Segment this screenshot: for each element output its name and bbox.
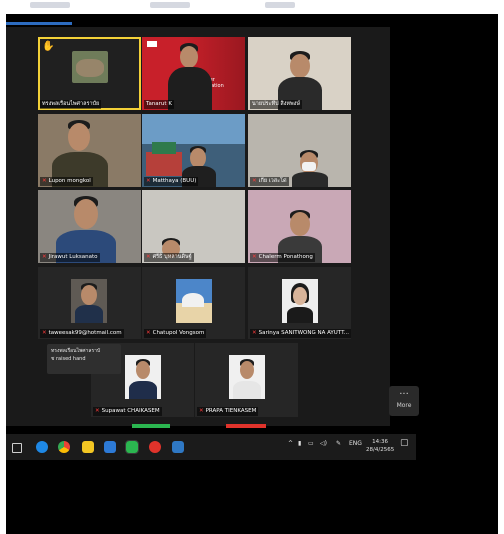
participant-tile[interactable]: igherducation Tanarut K bbox=[142, 37, 245, 110]
ellipsis-icon: ··· bbox=[399, 389, 409, 400]
mic-muted-icon: ✕ bbox=[146, 254, 151, 260]
notification-icon[interactable]: ▢ bbox=[400, 438, 409, 448]
participant-name: ✕ เกีย เวสะโด่ bbox=[250, 177, 289, 186]
participant-tile[interactable]: ✕ Matthaya (BUU) bbox=[142, 114, 245, 187]
mic-muted-icon: ✕ bbox=[199, 408, 204, 414]
mic-muted-icon: ✕ bbox=[252, 254, 257, 260]
raised-hand-tooltip: ทรงพลเรือนไพศาลราบัช raised hand bbox=[47, 344, 121, 374]
profile-photo bbox=[125, 355, 161, 399]
participant-name: Tanarut K bbox=[144, 100, 174, 109]
mic-muted-icon: ✕ bbox=[42, 178, 47, 184]
share-bar-green bbox=[132, 424, 170, 428]
raised-hand-icon: ✋ bbox=[42, 41, 55, 52]
profile-photo bbox=[282, 279, 318, 323]
mic-muted-icon: ✕ bbox=[146, 178, 151, 184]
mic-muted-icon: ✕ bbox=[252, 330, 257, 336]
participant-tile[interactable]: ✋ ทรงพลเรือนไพศาลราบัย bbox=[38, 37, 141, 110]
participant-name: ✕ Supawat CHAIKASEM bbox=[93, 407, 162, 416]
participant-tile[interactable]: ✕ Lupon mongkol bbox=[38, 114, 141, 187]
more-button[interactable]: ··· More bbox=[389, 386, 419, 416]
participant-name: ✕ ศรีธิ บุหลานดิษฐ์ bbox=[144, 253, 194, 262]
language-indicator[interactable]: ENG bbox=[349, 440, 362, 447]
participant-tile[interactable]: นายประทีป สิงหพงษ์ bbox=[248, 37, 351, 110]
profile-photo bbox=[229, 355, 265, 399]
participant-name: ✕ Jirawut Luksanato bbox=[40, 253, 100, 262]
battery-icon[interactable]: ▮ bbox=[298, 440, 301, 447]
participant-tile[interactable]: ✕ PRAPA TIENKASEM bbox=[195, 343, 298, 417]
chevron-up-icon[interactable]: ^ bbox=[288, 440, 293, 447]
mic-muted-icon: ✕ bbox=[42, 254, 47, 260]
participant-tile[interactable]: ✕ ศรีธิ บุหลานดิษฐ์ bbox=[142, 190, 245, 263]
mic-muted-icon: ✕ bbox=[42, 330, 47, 336]
word-icon[interactable] bbox=[172, 441, 184, 453]
participant-name: ✕ Sarinya SANITWONG NA AYUTT... bbox=[250, 329, 351, 338]
profile-photo bbox=[71, 279, 107, 323]
top-bar-segment bbox=[265, 2, 295, 8]
pen-icon[interactable]: ✎ bbox=[336, 440, 341, 447]
clock[interactable]: 14:36 28/4/2565 bbox=[366, 438, 394, 454]
participant-tile[interactable]: ✕ Jirawut Luksanato bbox=[38, 190, 141, 263]
screen-share-bar bbox=[132, 424, 266, 428]
participant-name: ✕ Chalerm Ponathong bbox=[250, 253, 315, 262]
profile-photo bbox=[176, 279, 212, 323]
participant-tile[interactable]: ✕ Chalerm Ponathong bbox=[248, 190, 351, 263]
task-view-icon[interactable] bbox=[12, 443, 22, 453]
participant-name: นายประทีป สิงหพงษ์ bbox=[250, 100, 302, 109]
share-bar-red bbox=[226, 424, 266, 428]
file-explorer-icon[interactable] bbox=[82, 441, 94, 453]
taskbar: ^ ▮ ▭ ◁) ✎ ENG 14:36 28/4/2565 ▢ bbox=[6, 434, 416, 460]
mic-muted-icon: ✕ bbox=[252, 178, 257, 184]
window-edge bbox=[6, 22, 72, 25]
face-mask bbox=[302, 162, 316, 171]
participant-tile[interactable]: ✕ taweesak99@hotmail.com bbox=[38, 267, 141, 339]
participant-name: ✕ Matthaya (BUU) bbox=[144, 177, 199, 186]
participant-tile[interactable]: ✕ Chatupol Vongsom bbox=[142, 267, 245, 339]
participant-name: ✕ taweesak99@hotmail.com bbox=[40, 329, 124, 338]
zoom-icon[interactable] bbox=[104, 441, 116, 453]
participant-tile[interactable]: ✕ Sarinya SANITWONG NA AYUTT... bbox=[248, 267, 351, 339]
top-bar-segment bbox=[150, 2, 190, 8]
line-icon[interactable] bbox=[125, 440, 139, 454]
chrome-icon[interactable] bbox=[58, 441, 70, 453]
participant-name: ทรงพลเรือนไพศาลราบัย bbox=[40, 100, 102, 109]
logo bbox=[147, 41, 157, 47]
network-icon[interactable]: ▭ bbox=[308, 440, 314, 447]
mic-muted-icon: ✕ bbox=[95, 408, 100, 414]
top-bar-segment bbox=[30, 2, 70, 8]
participant-name: ✕ Chatupol Vongsom bbox=[144, 329, 207, 338]
participant-name: ✕ Lupon mongkol bbox=[40, 177, 93, 186]
participant-tile[interactable]: ✕ เกีย เวสะโด่ bbox=[248, 114, 351, 187]
top-strip bbox=[0, 0, 504, 14]
mic-muted-icon: ✕ bbox=[146, 330, 151, 336]
profile-photo bbox=[72, 51, 108, 83]
volume-icon[interactable]: ◁) bbox=[320, 440, 327, 447]
edge-icon[interactable] bbox=[36, 441, 48, 453]
app-icon-red[interactable] bbox=[149, 441, 161, 453]
participant-name: ✕ PRAPA TIENKASEM bbox=[197, 407, 259, 416]
